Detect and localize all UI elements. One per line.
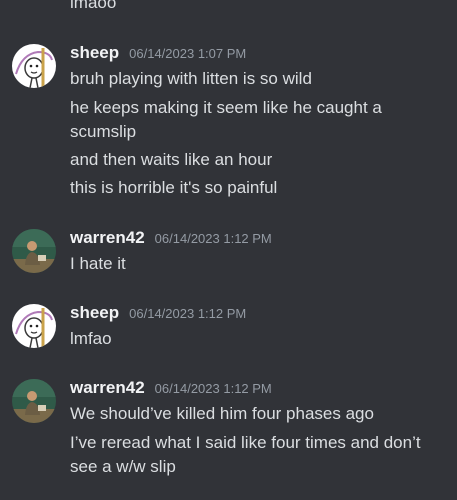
username[interactable]: sheep: [70, 42, 119, 64]
message-header: sheep 06/14/2023 1:12 PM: [70, 302, 246, 325]
username[interactable]: warren42: [70, 377, 145, 399]
message-text: lmfao: [70, 329, 112, 348]
sheep-avatar-icon[interactable]: [12, 304, 56, 348]
timestamp: 06/14/2023 1:12 PM: [154, 381, 272, 396]
message-text: I’ve reread what I said like four times …: [70, 433, 421, 476]
message-header: sheep 06/14/2023 1:07 PM: [70, 42, 246, 65]
message-header: warren42 06/14/2023 1:12 PM: [70, 227, 272, 250]
message-text: I hate it: [70, 254, 126, 273]
message-text: We should’ve killed him four phases ago: [70, 404, 374, 423]
timestamp: 06/14/2023 1:12 PM: [129, 306, 247, 321]
message-header: warren42 06/14/2023 1:12 PM: [70, 377, 272, 400]
message-text: this is horrible it's so painful: [70, 178, 278, 197]
message-text: lmaoo: [70, 0, 117, 12]
username[interactable]: sheep: [70, 302, 119, 324]
chat-message-list[interactable]: lmaoo sheep 06/14/2023 1:07 PM bruh play…: [0, 0, 457, 500]
message-text: and then waits like an hour: [70, 150, 273, 169]
username[interactable]: warren42: [70, 227, 145, 249]
timestamp: 06/14/2023 1:07 PM: [129, 46, 247, 61]
timestamp: 06/14/2023 1:12 PM: [154, 231, 272, 246]
warren-avatar-icon[interactable]: [12, 229, 56, 273]
message-text: he keeps making it seem like he caught a…: [70, 98, 382, 141]
warren-avatar-icon[interactable]: [12, 379, 56, 423]
message-text: bruh playing with litten is so wild: [70, 69, 312, 88]
sheep-avatar-icon[interactable]: [12, 44, 56, 88]
